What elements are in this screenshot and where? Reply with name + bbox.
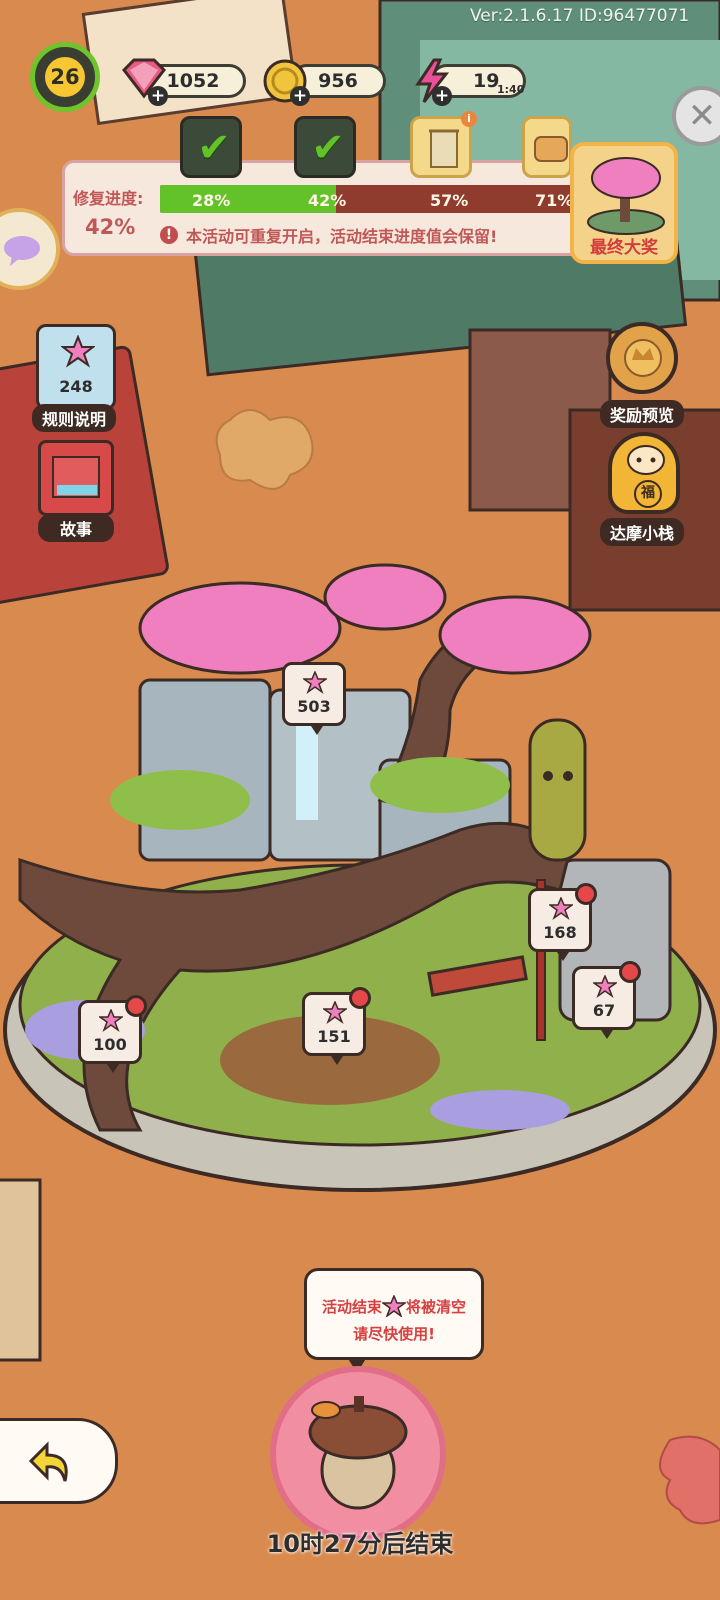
milestone-reward-3[interactable]: i — [410, 111, 477, 178]
plot-value: 67 — [592, 1001, 616, 1020]
milestone-reward-2[interactable]: ✔ — [294, 116, 356, 178]
notification-dot — [349, 987, 371, 1009]
marker-tail — [105, 1061, 121, 1073]
plot-value: 503 — [297, 697, 331, 716]
repair-progress-label: 修复进度: — [73, 189, 144, 208]
check-icon: ✔ — [197, 125, 231, 171]
bubble-line-1: 活动结束 将被清空 — [307, 1294, 481, 1319]
milestone-label-2: 42% — [308, 191, 347, 210]
level-number: 26 — [45, 57, 85, 97]
rules-button[interactable]: 248 — [36, 324, 116, 410]
repair-progress-value: 42% — [85, 215, 136, 239]
daruma-icon — [627, 445, 665, 475]
blossom-tree-icon — [587, 157, 665, 235]
chat-icon — [4, 236, 40, 266]
rules-count: 248 — [59, 377, 93, 396]
add-energy-button[interactable]: + — [432, 86, 452, 106]
blossom-icon — [593, 975, 617, 999]
acorn-button[interactable] — [270, 1366, 446, 1542]
event-timer: 10时27分后结束 — [266, 1530, 454, 1558]
blossom-icon — [99, 1009, 123, 1033]
story-button[interactable] — [38, 440, 114, 516]
final-prize-label: 最终大奖 — [590, 238, 658, 258]
clear-warning-bubble: 活动结束 将被清空 请尽快使用! — [304, 1268, 484, 1373]
milestone-label-1: 28% — [192, 191, 231, 210]
coins-value: 956 — [318, 70, 358, 92]
plot-marker-left-bush[interactable]: 100 — [78, 995, 147, 1073]
plot-marker-tree-top[interactable]: 503 — [282, 662, 346, 735]
gems-value: 1052 — [166, 70, 220, 92]
final-prize[interactable]: 最终大奖 — [570, 142, 678, 264]
blossom-icon — [323, 1001, 347, 1025]
milestone-label-4: 71% — [535, 191, 574, 210]
acorn-icon — [308, 1396, 408, 1510]
reward-preview-button[interactable] — [606, 322, 678, 394]
crown-medal-icon — [624, 339, 662, 377]
marker-tail — [599, 1027, 615, 1039]
milestone-reward-4[interactable] — [522, 116, 572, 178]
milestone-reward-1[interactable]: ✔ — [180, 116, 242, 178]
version-text: Ver:2.1.6.17 ID:96477071 — [470, 6, 690, 26]
milestone-label-3: 57% — [430, 191, 469, 210]
blossom-icon — [61, 335, 95, 368]
info-badge: i — [461, 111, 477, 127]
plot-value: 151 — [317, 1027, 351, 1046]
plot-marker-cave[interactable]: 151 — [302, 987, 371, 1065]
back-button[interactable] — [0, 1418, 118, 1504]
repeatable-notice: ! 本活动可重复开启，活动结束进度值会保留! — [160, 223, 497, 247]
marker-tail — [329, 1053, 345, 1065]
plot-value: 100 — [93, 1035, 127, 1054]
plot-value: 168 — [543, 923, 577, 942]
tapestry-icon — [429, 129, 459, 168]
back-arrow-icon — [28, 1441, 68, 1482]
energy-timer: 1:40 — [497, 83, 525, 96]
energy-value: 19 — [473, 70, 500, 92]
shop-badge: 福 — [634, 480, 662, 508]
blossom-icon — [303, 671, 327, 695]
bubble-line-1-start: 活动结束 — [321, 1298, 382, 1316]
scroll-icon — [534, 136, 568, 162]
plot-marker-rock[interactable]: 67 — [572, 961, 641, 1039]
level-badge[interactable]: 26 — [30, 42, 100, 112]
warning-icon: ! — [160, 226, 178, 244]
bubble-line-2: 请尽快使用! — [353, 1325, 435, 1343]
plot-marker-lamp[interactable]: 168 — [528, 883, 597, 961]
marker-tail — [309, 723, 325, 735]
notification-dot — [575, 883, 597, 905]
check-icon: ✔ — [311, 125, 345, 171]
shop-label[interactable]: 达摩小栈 — [600, 518, 685, 546]
blossom-icon — [549, 897, 573, 921]
reward-preview-label[interactable]: 奖励预览 — [600, 400, 685, 428]
notification-dot — [619, 961, 641, 983]
shop-button[interactable]: 福 — [608, 432, 680, 514]
rules-label[interactable]: 规则说明 — [32, 404, 117, 432]
story-label[interactable]: 故事 — [38, 514, 114, 542]
book-icon — [52, 456, 100, 498]
notice-text: 本活动可重复开启，活动结束进度值会保留! — [186, 227, 498, 246]
marker-tail — [555, 949, 571, 961]
add-coins-button[interactable]: + — [290, 86, 310, 106]
blossom-icon — [380, 1294, 408, 1319]
notification-dot — [125, 995, 147, 1017]
add-gems-button[interactable]: + — [148, 86, 168, 106]
bubble-line-1-end: 将被清空 — [406, 1298, 467, 1316]
